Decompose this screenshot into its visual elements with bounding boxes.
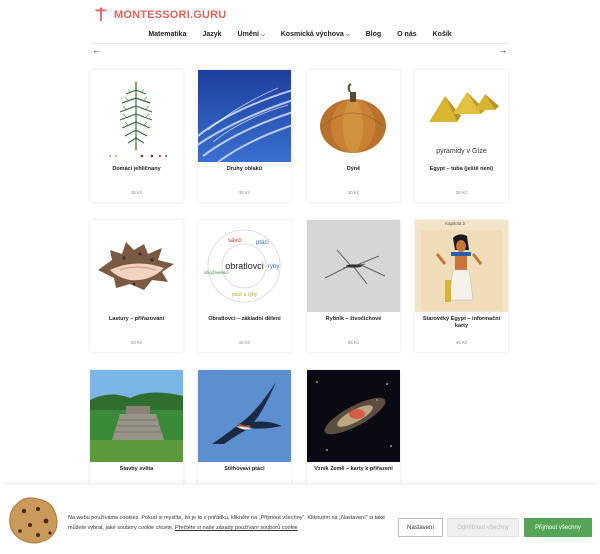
nav-label: Kosmická výchova — [280, 31, 344, 38]
wheel-label: plazi a ryby — [232, 292, 258, 298]
next-arrow-icon[interactable]: → — [498, 45, 507, 55]
product-card[interactable]: Druhy oblaků 35 Kč — [198, 70, 291, 202]
header-divider — [92, 43, 508, 44]
product-card[interactable]: Dýně 30 Kč — [307, 70, 400, 202]
product-title[interactable]: Obratlovci – základní dělení — [200, 316, 289, 323]
image-caption: Kapitola 2 — [445, 221, 466, 226]
nav-label: Matematika — [148, 31, 187, 38]
product-title[interactable]: Lastury – přiřazování — [92, 316, 181, 323]
nav-label: Blog — [365, 31, 382, 38]
product-price: 45 Kč — [455, 340, 468, 345]
product-image-vertebrates[interactable]: savci ptáci ryby plazi a ryby obojživeln… — [198, 220, 291, 312]
site-logo[interactable]: MONTESSORI.GURU — [92, 6, 226, 24]
prev-arrow-icon[interactable]: ← — [92, 45, 101, 55]
product-price: 35 Kč — [238, 190, 251, 195]
product-title[interactable]: Stavby světa — [92, 466, 181, 473]
product-card[interactable]: Stavby světa 45 Kč — [90, 370, 183, 502]
cookie-banner: Na webu používáme cookies. Pokud si mysl… — [0, 485, 600, 554]
cookie-policy-link[interactable]: Přečtěte si naše zásady používání soubor… — [175, 525, 298, 531]
product-price: 35 Kč — [347, 340, 360, 345]
product-title[interactable]: Starověký Egypt – informační karty — [417, 316, 506, 330]
nav-item-matematika[interactable]: Matematika — [148, 31, 186, 38]
product-title[interactable]: Druhy oblaků — [200, 166, 289, 173]
product-card[interactable]: savci ptáci ryby plazi a ryby obojživeln… — [198, 220, 291, 352]
product-price: 35 Kč — [455, 190, 468, 195]
product-price: 20 Kč — [130, 340, 143, 345]
product-title[interactable]: Rybník – živočichové — [309, 316, 398, 323]
wheel-label: savci — [228, 238, 242, 244]
nav-label: O nás — [397, 31, 417, 38]
product-price: 15 Kč — [238, 340, 251, 345]
product-card[interactable]: Vznik Země – karty k přiřazení 20 Kč — [307, 370, 400, 502]
cookie-settings-button[interactable]: Nastavení — [398, 518, 443, 537]
product-image-water-strider[interactable] — [307, 220, 400, 312]
product-image-egyptian[interactable]: Kapitola 2 — [415, 220, 508, 312]
nav-item-kosik[interactable]: Košík — [433, 31, 452, 38]
product-card[interactable]: Stěhovaví ptáci 15 Kč — [198, 370, 291, 502]
product-image-galaxy[interactable] — [307, 370, 400, 462]
image-caption: obratlovci — [225, 261, 264, 271]
product-image-pyramids[interactable]: pyramidy v Gíze — [415, 70, 508, 162]
wheel-label: ptáci — [256, 240, 269, 246]
product-image-conifer[interactable] — [90, 70, 183, 162]
site-header: MONTESSORI.GURU Matematika Jazyk Umění ⌵ … — [0, 0, 600, 46]
nav-label: Košík — [432, 31, 452, 38]
chevron-down-icon: ⌵ — [345, 31, 350, 38]
brand-name: MONTESSORI.GURU — [114, 9, 227, 21]
product-card[interactable]: Rybník – živočichové 35 Kč — [307, 220, 400, 352]
nav-item-blog[interactable]: Blog — [366, 31, 382, 38]
nav-item-o-nas[interactable]: O nás — [397, 31, 416, 38]
cookie-icon — [9, 497, 58, 544]
product-title[interactable]: Dýně — [309, 166, 398, 173]
chevron-down-icon: ⌵ — [260, 31, 265, 38]
product-card[interactable]: pyramidy v Gíze Egypt – tuba (ještě není… — [415, 70, 508, 202]
product-card[interactable]: Lastury – přiřazování 20 Kč — [90, 220, 183, 352]
product-card[interactable]: Kapitola 2 Starověký Egypt – informační … — [415, 220, 508, 352]
nav-label: Jazyk — [202, 31, 222, 38]
nav-item-umeni[interactable]: Umění ⌵ — [238, 31, 265, 38]
cookie-reject-button[interactable]: Odmítnout všechny — [447, 518, 519, 537]
nav-label: Umění — [237, 31, 259, 38]
nav-item-jazyk[interactable]: Jazyk — [202, 31, 221, 38]
product-card[interactable]: Domácí jehličnany 25 Kč — [90, 70, 183, 202]
product-title[interactable]: Egypt – tuba (ještě není) — [417, 166, 506, 173]
nav-item-kosmicka-vychova[interactable]: Kosmická výchova ⌵ — [281, 31, 350, 38]
product-title[interactable]: Stěhovaví ptáci — [200, 466, 289, 473]
product-image-seashell[interactable] — [90, 220, 183, 312]
product-image-clouds[interactable] — [198, 70, 291, 162]
logo-icon — [94, 7, 108, 22]
image-caption: pyramidy v Gíze — [436, 148, 487, 155]
product-title[interactable]: Vznik Země – karty k přiřazení — [309, 466, 398, 473]
product-image-swallow[interactable] — [198, 370, 291, 462]
product-price: 30 Kč — [347, 190, 360, 195]
product-price: 25 Kč — [130, 190, 143, 195]
product-image-pumpkin[interactable] — [307, 70, 400, 162]
product-title[interactable]: Domácí jehličnany — [92, 166, 181, 173]
cookie-accept-button[interactable]: Přijmout všechny — [524, 518, 592, 537]
product-image-maya-temple[interactable] — [90, 370, 183, 462]
cookie-message: Na webu používáme cookies. Pokud si mysl… — [68, 513, 388, 533]
main-nav: Matematika Jazyk Umění ⌵ Kosmická výchova… — [0, 31, 600, 38]
